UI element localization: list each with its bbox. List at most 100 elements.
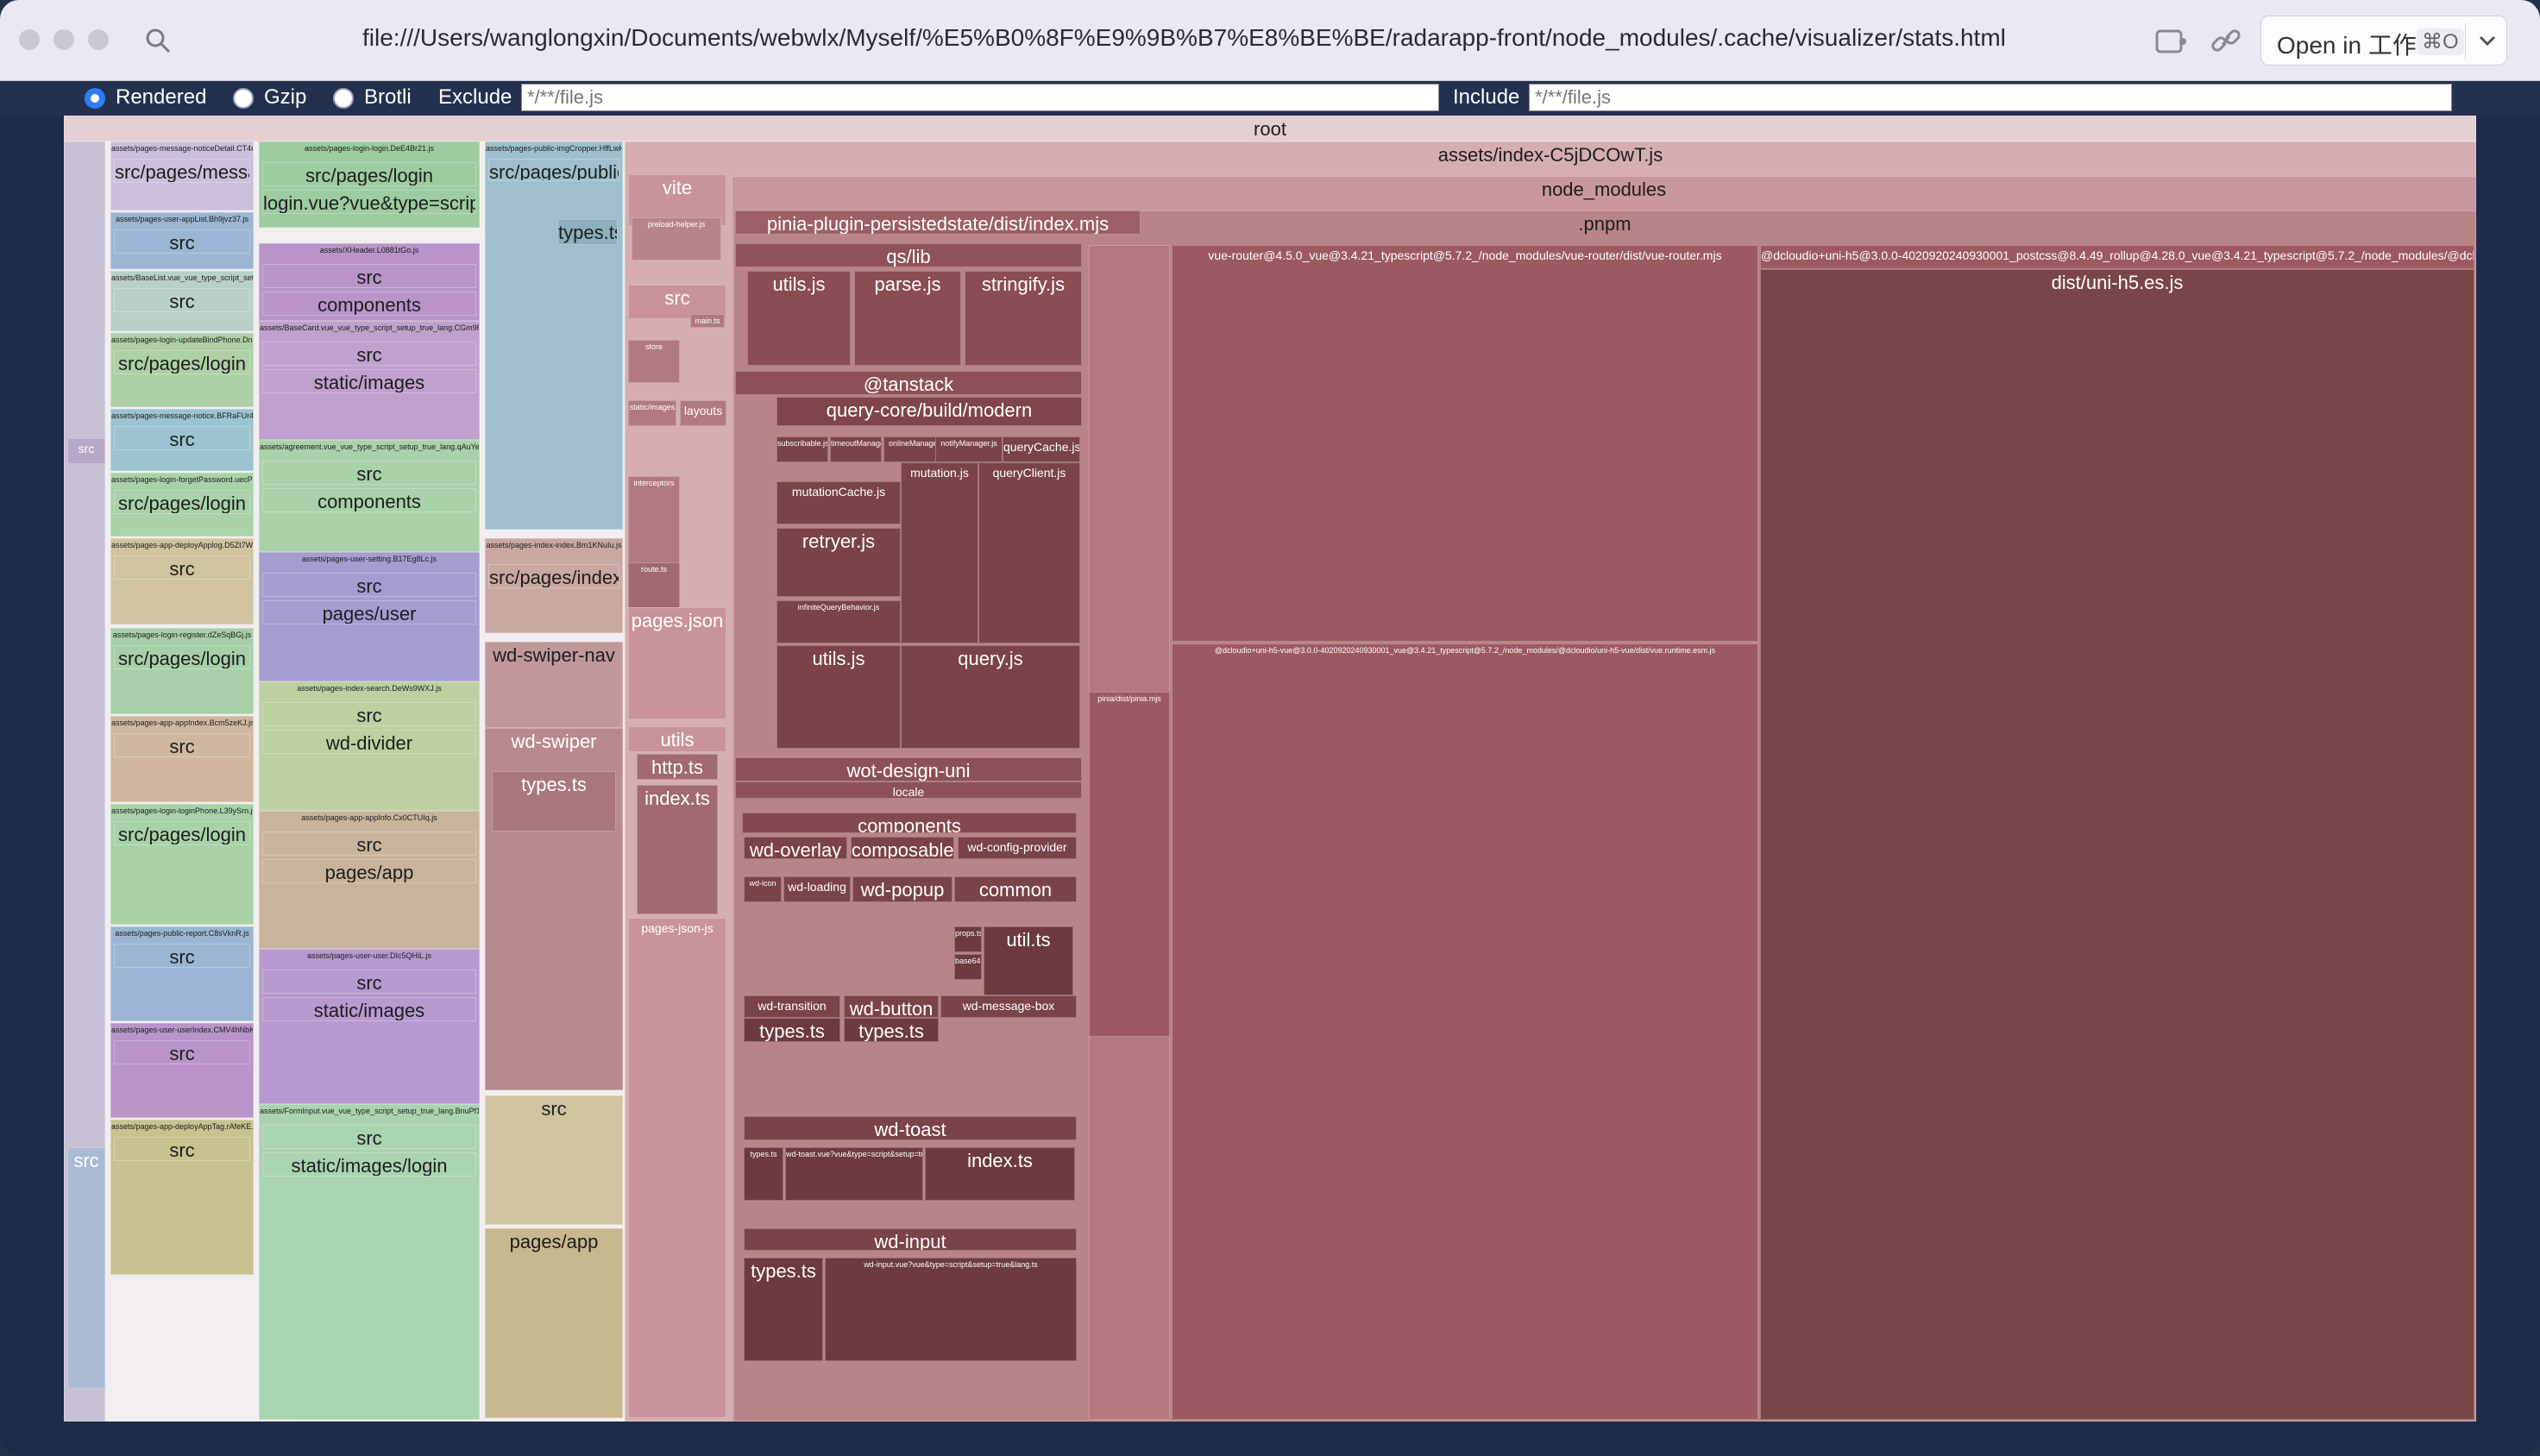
bundle-col2-0-sub[interactable]: login.vue?vue&type=script&setup=true&lan… — [262, 190, 476, 214]
qs-lib[interactable]: qs/lib — [735, 243, 1082, 267]
bundle-col1-0-label[interactable]: src/pages/message — [114, 159, 250, 183]
bundle-col1-7-label[interactable]: src/pages/login — [114, 645, 250, 669]
col0-src[interactable]: src — [67, 438, 105, 464]
radio-rendered[interactable] — [85, 88, 105, 109]
minimize-window-button[interactable] — [53, 29, 74, 50]
bundle-col2-1-sub[interactable]: components — [262, 292, 476, 316]
wd-common[interactable]: common — [954, 876, 1077, 902]
query-client[interactable]: queryClient.js — [978, 462, 1080, 643]
bundle-col2-5-label[interactable]: src — [262, 702, 476, 726]
wd-overlay[interactable]: wd-overlay — [744, 837, 847, 859]
utils-folder[interactable]: utils — [628, 726, 726, 752]
wd-input[interactable]: wd-input — [744, 1228, 1077, 1251]
zoom-window-button[interactable] — [88, 29, 109, 50]
wd-toast[interactable]: wd-toast — [744, 1116, 1077, 1140]
bundle-col2-6-label[interactable]: src — [262, 832, 476, 856]
col3-top-types[interactable]: types.ts — [557, 219, 618, 245]
bundle-col2-6-sub[interactable]: pages/app — [262, 859, 476, 883]
wd-input-types[interactable]: types.ts — [744, 1258, 823, 1361]
bundle-col2-8-label[interactable]: src — [262, 1125, 476, 1149]
bundle-col2-1-label[interactable]: src — [262, 264, 476, 288]
bundle-col2-3-label[interactable]: src — [262, 461, 476, 485]
bundle-col1-11[interactable]: assets/pages-user-userIndex.CMV4hNbK.js — [110, 1023, 254, 1118]
layouts[interactable]: layouts — [680, 400, 726, 426]
bundle-col2-2-sub[interactable]: static/images — [262, 369, 476, 393]
query-cache[interactable]: queryCache.js — [1003, 436, 1080, 462]
query-timeout[interactable]: timeoutManager.js — [830, 436, 882, 462]
bundle-col2-8[interactable]: assets/FormInput.vue_vue_type_script_set… — [259, 1104, 480, 1420]
uni-h5-vue[interactable]: @dcloudio+uni-h5-vue@3.0.0-4020920240930… — [1172, 643, 1758, 1420]
radio-gzip[interactable] — [233, 88, 254, 109]
bundle-col1-5-label[interactable]: src/pages/login — [114, 490, 250, 514]
bundle-col2-8-sub[interactable]: static/images/login — [262, 1152, 476, 1177]
search-icon[interactable] — [143, 26, 173, 55]
preload-helper[interactable]: preload-helper.js — [632, 217, 721, 260]
open-in-button[interactable]: Open in 工作 ⌘O — [2260, 16, 2507, 66]
store-folder[interactable]: store — [628, 340, 680, 383]
bundle-col1-10[interactable]: assets/pages-public-report.C8sVknR.js — [110, 926, 254, 1021]
mutation[interactable]: mutation.js — [901, 462, 978, 643]
dcloudio-uni-h5[interactable]: @dcloudio+uni-h5@3.0.0-4020920240930001_… — [1760, 245, 2474, 269]
wd-input-vue[interactable]: wd-input.vue?vue&type=script&setup=true&… — [825, 1258, 1077, 1361]
wot-design[interactable]: wot-design-uni — [735, 757, 1082, 781]
wd-icon[interactable]: wd-icon — [744, 876, 782, 902]
include-input[interactable] — [1529, 84, 2452, 111]
wd-composables[interactable]: composables — [851, 837, 954, 859]
bundle-col2-0-label[interactable]: src/pages/login — [262, 162, 476, 186]
mutation-cache[interactable]: mutationCache.js — [776, 481, 901, 524]
qs-parse[interactable]: parse.js — [854, 271, 961, 366]
static-images-a[interactable]: static/images — [628, 400, 676, 426]
wd-popup[interactable]: wd-popup — [852, 876, 952, 902]
bundle-col1-4-label[interactable]: src — [114, 426, 250, 450]
wd-loading[interactable]: wd-loading — [783, 876, 851, 902]
bundle-col2-5-sub[interactable]: wd-divider — [262, 730, 476, 754]
query-subscribable[interactable]: subscribable.js — [776, 436, 828, 462]
pages-json-js[interactable]: pages-json-js — [628, 918, 726, 1418]
address-bar[interactable]: file:///Users/wanglongxin/Documents/webw… — [362, 24, 2006, 52]
query-notify[interactable]: notifyManager.js — [935, 436, 1003, 462]
retryer[interactable]: retryer.js — [776, 528, 901, 597]
chevron-down-icon[interactable] — [2475, 28, 2499, 53]
wd-button-types[interactable]: types.ts — [844, 1018, 939, 1042]
query-core[interactable]: query-core/build/modern — [776, 397, 1082, 426]
wd-button[interactable]: wd-button — [844, 995, 939, 1018]
http-ts[interactable]: http.ts — [637, 754, 718, 780]
wd-toast-vue[interactable]: wd-toast.vue?vue&type=script&setup=true&… — [785, 1147, 923, 1201]
col3-index-label[interactable]: src/pages/index — [488, 564, 619, 588]
qs-stringify[interactable]: stringify.js — [965, 271, 1082, 366]
query-utils[interactable]: utils.js — [776, 645, 901, 749]
bundle-col1-3-label[interactable]: src/pages/login — [114, 350, 250, 374]
col3-top[interactable]: assets/pages-public-imgCropper.HffLwH0.j… — [485, 141, 623, 530]
link-icon[interactable] — [2209, 24, 2243, 57]
exclude-input[interactable] — [521, 84, 1439, 111]
bundle-col1-6-label[interactable]: src — [114, 555, 250, 580]
wd-locale[interactable]: locale — [735, 781, 1082, 799]
wd-transition[interactable]: wd-transition — [744, 995, 840, 1018]
wd-toast-types[interactable]: types.ts — [744, 1147, 783, 1201]
wd-components[interactable]: components — [742, 813, 1077, 833]
vue-router[interactable]: vue-router@4.5.0_vue@3.4.21_typescript@5… — [1172, 245, 1758, 642]
uni-h5-es[interactable]: dist/uni-h5.es.js — [1760, 269, 2474, 1420]
route-ts[interactable]: route.ts — [628, 562, 680, 614]
pinia-persisted[interactable]: pinia-plugin-persistedstate/dist/index.m… — [735, 210, 1141, 235]
bundle-col1-8[interactable]: assets/pages-app-appIndex.Bcm5zeKJ.js — [110, 716, 254, 802]
bundle-col2-7-sub[interactable]: static/images — [262, 997, 476, 1021]
col3-deploy[interactable]: src — [485, 1095, 623, 1225]
utils-index-ts[interactable]: index.ts — [637, 785, 718, 914]
infinite-query[interactable]: infiniteQueryBehavior.js — [776, 600, 901, 643]
bundle-col1-6[interactable]: assets/pages-app-deployApplog.D5Zt7Wal.j… — [110, 538, 254, 624]
query-js[interactable]: query.js — [901, 645, 1080, 749]
bundle-col1-1-label[interactable]: src — [114, 229, 250, 254]
props-ts[interactable]: props.ts — [954, 926, 982, 952]
base64-ts[interactable]: base64.ts — [954, 954, 982, 980]
bundle-col2-4-sub[interactable]: pages/user — [262, 600, 476, 624]
col3-public[interactable]: pages/app — [485, 1228, 623, 1418]
wd-transition-types[interactable]: types.ts — [744, 1018, 840, 1042]
col0-src2[interactable]: src — [67, 1147, 105, 1389]
pinia-dist[interactable]: pinia/dist/pinia.mjs — [1089, 692, 1170, 1037]
bundle-col1-10-label[interactable]: src — [114, 944, 250, 968]
bundle-col1-9-label[interactable]: src/pages/login — [114, 821, 250, 845]
radio-brotli[interactable] — [333, 88, 354, 109]
util-ts[interactable]: util.ts — [984, 926, 1073, 995]
pages-json[interactable]: pages.json — [628, 607, 726, 719]
